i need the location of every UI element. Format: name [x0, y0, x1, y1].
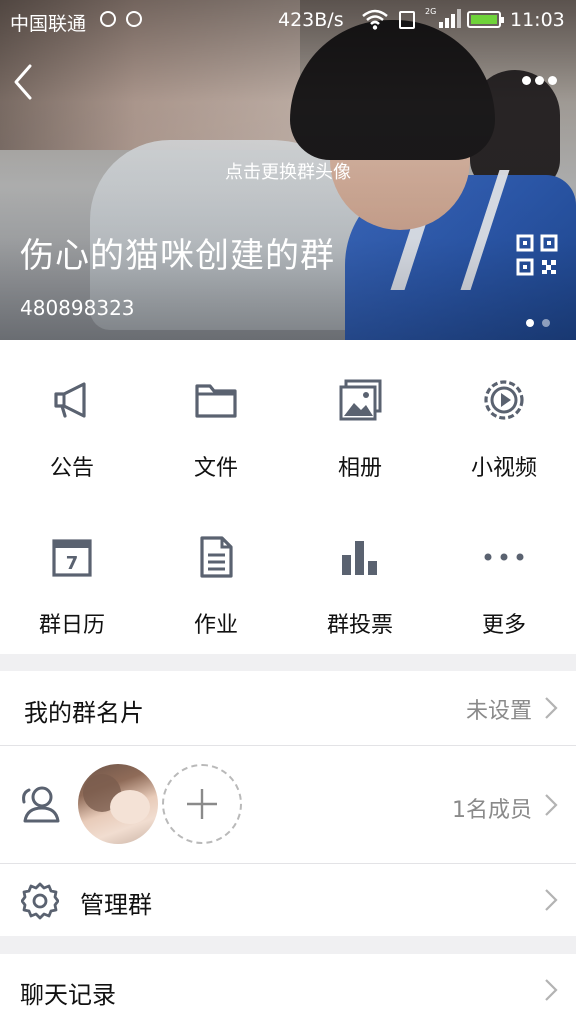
my-group-card-label: 我的群名片: [24, 699, 144, 727]
more-dot-icon: [522, 76, 531, 85]
function-label: 相册: [337, 456, 382, 481]
function-homework[interactable]: 作业: [144, 497, 288, 654]
clock: 11:03: [510, 9, 565, 31]
members-icon: [22, 786, 60, 823]
manage-group-label: 管理群: [80, 891, 152, 919]
function-label: 群日历: [38, 613, 105, 638]
status-bar: 中国联通 423B/s 2G 11:03: [0, 0, 576, 40]
network-type: 2G: [425, 7, 436, 16]
function-label: 小视频: [470, 456, 537, 481]
back-button[interactable]: [10, 60, 40, 104]
calendar-day: 7: [66, 553, 79, 574]
page-dot: [542, 319, 550, 327]
my-group-card-row[interactable]: 我的群名片 未设置: [0, 671, 576, 745]
plus-icon: [187, 789, 217, 819]
function-grid: 公告 文件 相册 小视频 7 群日历 作业 群投票 更多: [0, 340, 576, 654]
document-icon: [200, 536, 233, 578]
qr-code-button[interactable]: [516, 234, 558, 276]
gear-icon: [21, 882, 59, 920]
location-status-icon: [100, 11, 116, 27]
signal-icon: 2G: [425, 7, 461, 28]
battery-level: [471, 15, 497, 24]
battery-icon: [467, 11, 504, 28]
add-member-button[interactable]: [162, 764, 242, 844]
carrier-name: 中国联通: [10, 13, 87, 35]
more-dots-icon: [484, 553, 524, 561]
member-count: 1名成员: [452, 798, 532, 823]
function-label: 公告: [49, 456, 94, 481]
function-album[interactable]: 相册: [288, 340, 432, 497]
chevron-right-icon: [545, 979, 558, 1001]
change-avatar-hint[interactable]: 点击更换群头像: [0, 158, 576, 184]
function-vote[interactable]: 群投票: [288, 497, 432, 654]
page-dot-active: [526, 319, 534, 327]
more-dot-icon: [548, 76, 557, 85]
network-speed: 423B/s: [278, 9, 344, 31]
function-label: 群投票: [326, 613, 393, 638]
function-calendar[interactable]: 7 群日历: [0, 497, 144, 654]
album-icon: [339, 379, 382, 421]
sim-icon: [399, 11, 415, 29]
function-label: 更多: [481, 613, 526, 638]
wifi-icon: [362, 9, 388, 30]
more-options-button[interactable]: [522, 70, 564, 90]
chevron-right-icon: [545, 697, 558, 719]
function-files[interactable]: 文件: [144, 340, 288, 497]
megaphone-icon: [54, 382, 86, 418]
manage-group-row[interactable]: 管理群: [0, 864, 576, 936]
group-profile-page: 中国联通 423B/s 2G 11:03 点击更换群头像 伤心的猫咪创建的群 4…: [0, 0, 576, 1024]
member-avatar[interactable]: [78, 764, 158, 844]
my-group-card-value: 未设置: [465, 699, 532, 724]
chevron-right-icon: [545, 889, 558, 911]
video-icon: [484, 380, 524, 420]
folder-icon: [195, 384, 237, 418]
calendar-icon: 7: [52, 539, 92, 577]
chat-history-label: 聊天记录: [20, 981, 116, 1009]
function-more[interactable]: 更多: [432, 497, 576, 654]
members-row[interactable]: 1名成员: [0, 746, 576, 863]
more-dot-icon: [535, 76, 544, 85]
bar-chart-icon: [342, 541, 377, 575]
cover-page-indicator: [526, 312, 558, 331]
group-id: 480898323: [20, 296, 135, 320]
group-name: 伤心的猫咪创建的群: [20, 236, 335, 276]
function-label: 文件: [193, 456, 238, 481]
chevron-right-icon: [545, 794, 558, 816]
no-disturb-status-icon: [126, 11, 142, 27]
chat-history-row[interactable]: 聊天记录: [0, 954, 576, 1024]
function-short-video[interactable]: 小视频: [432, 340, 576, 497]
function-label: 作业: [193, 613, 238, 638]
function-announcement[interactable]: 公告: [0, 340, 144, 497]
back-arrow-icon: [14, 64, 32, 100]
